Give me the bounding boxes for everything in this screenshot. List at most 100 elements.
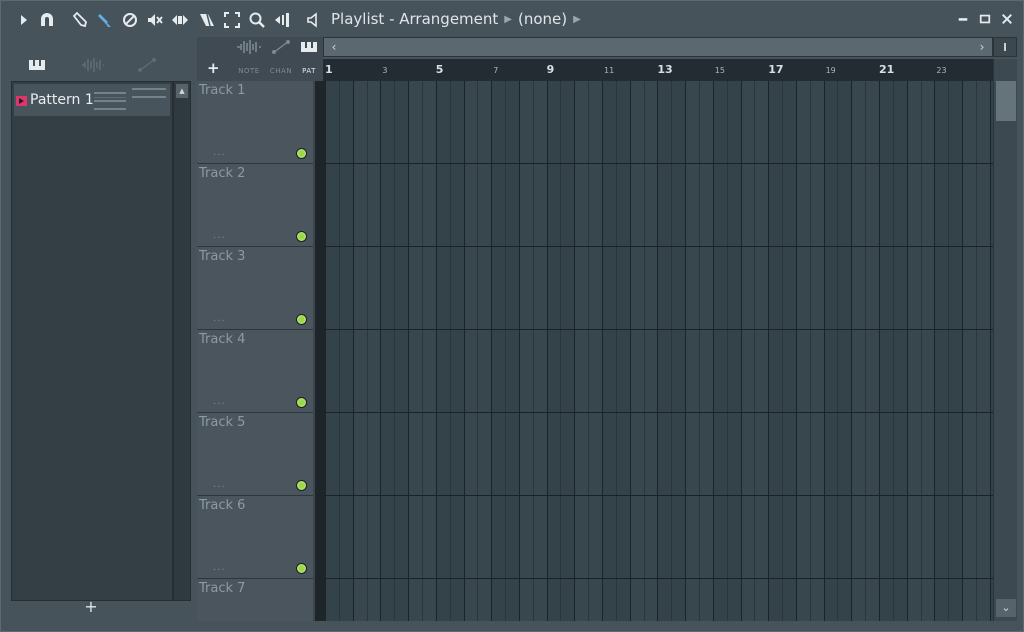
grid-line [795, 81, 797, 621]
grid-line [477, 81, 479, 621]
delete-icon[interactable] [119, 9, 141, 31]
add-pattern-button[interactable]: + [1, 597, 181, 616]
grid-line [823, 81, 825, 621]
timeline-bar-label: 5 [435, 63, 444, 76]
track-menu-icon[interactable]: ... [213, 147, 226, 158]
window-context[interactable]: (none) [518, 10, 567, 28]
grid-line [920, 81, 922, 621]
track-header-5[interactable]: Track 5... [197, 413, 313, 496]
track-header-6[interactable]: Track 6... [197, 496, 313, 579]
grid-line [906, 81, 908, 621]
grid-line [782, 81, 784, 621]
mode-note[interactable]: NOTE [234, 39, 264, 79]
track-name: Track 1 [199, 83, 246, 98]
list-item[interactable]: Pattern 1 [14, 84, 170, 116]
track-lane-divider [325, 246, 993, 247]
horizontal-scrollbar[interactable]: ‹ › [323, 37, 993, 57]
track-menu-icon[interactable]: ... [213, 230, 226, 241]
grid-line [712, 81, 714, 621]
waveform-icon[interactable] [81, 53, 105, 77]
grid-line [879, 81, 880, 621]
timeline-bar-label: 23 [936, 66, 947, 75]
track-lane-divider [325, 495, 993, 496]
grid-line [851, 81, 853, 621]
timeline-bar-label: 15 [714, 66, 725, 75]
slip-icon[interactable] [169, 9, 191, 31]
track-header-2[interactable]: Track 2... [197, 164, 313, 247]
playlist-corner-controls: + NOTE CHAN PAT [197, 37, 323, 81]
scroll-right-button[interactable]: › [974, 39, 990, 55]
close-button[interactable] [999, 11, 1015, 27]
pencil-icon[interactable] [69, 9, 91, 31]
arrangement-grid[interactable] [325, 81, 993, 621]
timeline-ruler[interactable]: 1 5 9 13 17 21 3 7 11 15 19 23 [323, 59, 993, 81]
track-mute-led[interactable] [296, 480, 307, 491]
pattern-list-scrollbar[interactable]: ▲ [173, 81, 191, 601]
track-menu-icon[interactable]: ... [213, 396, 226, 407]
grid-line [671, 81, 673, 621]
grid-line [491, 81, 493, 621]
waveform-icon [237, 40, 261, 54]
mute-icon[interactable] [144, 9, 166, 31]
zoom-icon[interactable] [246, 9, 268, 31]
timeline-bar-label: 3 [382, 66, 388, 75]
automation-icon [272, 40, 290, 54]
mode-pat[interactable]: PAT [294, 39, 324, 79]
scroll-down-icon[interactable]: ⌄ [996, 599, 1016, 617]
playback-icon[interactable] [271, 9, 293, 31]
grid-line [754, 81, 756, 621]
track-mute-led[interactable] [296, 563, 307, 574]
timeline-bar-label: 11 [604, 66, 615, 75]
track-lane-divider [325, 163, 993, 164]
grid-line [726, 81, 728, 621]
mode-chan[interactable]: CHAN [266, 39, 296, 79]
mode-pat-label: PAT [302, 67, 316, 75]
track-menu-icon[interactable]: ... [213, 562, 226, 573]
track-header-3[interactable]: Track 3... [197, 247, 313, 330]
slice-icon[interactable] [196, 9, 218, 31]
scroll-thumb[interactable] [996, 81, 1016, 121]
paint-brush-icon[interactable] [94, 9, 116, 31]
track-mute-led[interactable] [296, 231, 307, 242]
zoom-handle[interactable] [993, 37, 1017, 57]
playlist-window: Playlist - Arrangement ▶ (none) ▶ Patter… [0, 0, 1024, 632]
track-resize-strip[interactable] [315, 81, 325, 621]
grid-line [380, 81, 382, 621]
play-arrow-icon[interactable] [13, 9, 35, 31]
track-name: Track 6 [199, 498, 246, 513]
pattern-name: Pattern 1 [30, 92, 94, 108]
pattern-color-marker [16, 96, 27, 106]
select-icon[interactable] [221, 9, 243, 31]
piano-icon[interactable] [25, 53, 49, 77]
track-header-7[interactable]: Track 7 [197, 579, 313, 621]
minimize-button[interactable] [955, 11, 971, 27]
track-mute-led[interactable] [296, 397, 307, 408]
track-menu-icon[interactable]: ... [213, 313, 226, 324]
grid-line [643, 81, 645, 621]
grid-line [837, 81, 839, 621]
magnet-icon[interactable] [36, 9, 58, 31]
window-title: Playlist - Arrangement [331, 10, 499, 28]
timeline-bar-label: 21 [879, 63, 895, 76]
grid-line [629, 81, 631, 621]
maximize-button[interactable] [977, 11, 993, 27]
vertical-scrollbar[interactable]: ⌄ [993, 59, 1017, 621]
window-title-group: Playlist - Arrangement ▶ (none) ▶ [331, 10, 587, 28]
automation-icon[interactable] [135, 53, 159, 77]
scroll-left-button[interactable]: ‹ [326, 39, 342, 55]
piano-icon [301, 42, 317, 52]
track-header-1[interactable]: Track 1... [197, 81, 313, 164]
track-name: Track 4 [199, 332, 246, 347]
speaker-icon[interactable] [304, 9, 326, 31]
track-lane-divider [325, 578, 993, 579]
track-mute-led[interactable] [296, 148, 307, 159]
track-headers: Track 1... Track 2... Track 3... Track 4...… [197, 81, 315, 621]
scroll-up-icon[interactable]: ▲ [176, 84, 188, 98]
track-name: Track 7 [199, 581, 246, 596]
pattern-preview [94, 88, 166, 110]
track-menu-icon[interactable]: ... [213, 479, 226, 490]
add-track-button[interactable]: + [207, 59, 220, 77]
track-header-4[interactable]: Track 4... [197, 330, 313, 413]
track-mute-led[interactable] [296, 314, 307, 325]
grid-line [962, 81, 964, 621]
